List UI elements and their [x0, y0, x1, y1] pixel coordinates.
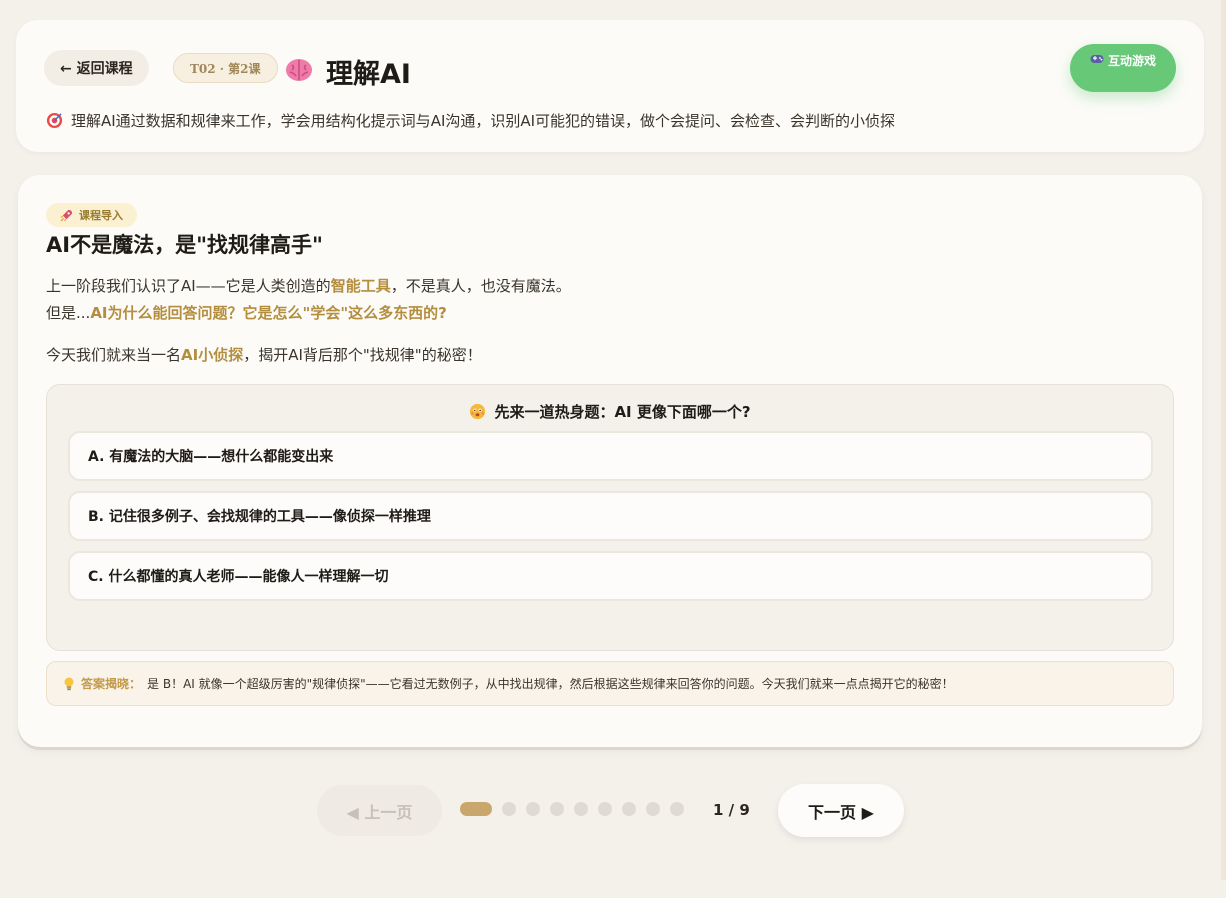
back-to-course-button[interactable]: ← 返回课程	[44, 50, 149, 86]
highlight-text: AI小侦探	[181, 346, 244, 364]
prev-button-label: ◀ 上一页	[346, 802, 413, 822]
intro-paragraph-1: 上一阶段我们认识了AI——它是人类创造的智能工具，不是真人，也没有魔法。	[46, 273, 571, 300]
lightbulb-icon	[64, 677, 74, 690]
gamepad-icon	[1090, 55, 1104, 63]
back-button-label: ← 返回课程	[60, 61, 133, 77]
page-dot-7[interactable]	[622, 802, 636, 816]
highlight-text: 智能工具	[330, 277, 391, 295]
brain-icon	[286, 59, 312, 81]
page-indicator: 1 / 9	[713, 801, 750, 819]
answer-reveal: 答案揭晓： 是 B！AI 就像一个超级厉害的"规律侦探"——它看过无数例子，从中…	[46, 661, 1174, 706]
answer-label: 答案揭晓：	[81, 677, 142, 691]
paragraph-text: ，不是真人，也没有魔法。	[390, 277, 571, 295]
section-tag: 课程导入	[46, 203, 137, 227]
paragraph-text: 但是...	[46, 304, 91, 322]
page-dot-8[interactable]	[646, 802, 660, 816]
quiz-option-b[interactable]: B. 记住很多例子、会找规律的工具——像侦探一样推理	[68, 491, 1153, 541]
paragraph-text: 今天我们就来当一名	[46, 346, 182, 364]
page-dot-4[interactable]	[550, 802, 564, 816]
lesson-header: ← 返回课程 T02 · 第2课 理解AI 互动游戏 理解AI通过数据和规律来工…	[16, 20, 1204, 152]
option-label: B. 记住很多例子、会找规律的工具——像侦探一样推理	[88, 509, 431, 525]
thinking-face-icon	[470, 403, 486, 420]
rocket-icon	[60, 209, 73, 222]
option-label: C. 什么都懂的真人老师——能像人一样理解一切	[88, 569, 389, 585]
page-dots	[460, 802, 684, 816]
page-dot-2[interactable]	[502, 802, 516, 816]
section-tag-label: 课程导入	[79, 209, 123, 222]
section-title: AI不是魔法，是"找规律高手"	[46, 233, 323, 257]
page-dot-3[interactable]	[526, 802, 540, 816]
page-title: 理解AI	[326, 59, 411, 90]
warmup-quiz: 先来一道热身题：AI 更像下面哪一个? A. 有魔法的大脑——想什么都能变出来 …	[46, 384, 1174, 651]
lesson-goal-text: 理解AI通过数据和规律来工作，学会用结构化提示词与AI沟通，识别AI可能犯的错误…	[71, 112, 896, 130]
quiz-option-c[interactable]: C. 什么都懂的真人老师——能像人一样理解一切	[68, 551, 1153, 601]
answer-text: 是 B！AI 就像一个超级厉害的"规律侦探"——它看过无数例子，从中找出规律，然…	[147, 677, 954, 691]
intro-paragraph-2: 但是...AI为什么能回答问题？它是怎么"学会"这么多东西的?	[46, 300, 447, 327]
scrollbar-track[interactable]	[1221, 0, 1226, 880]
lesson-badge: T02 · 第2课	[173, 53, 278, 83]
next-page-button[interactable]: 下一页 ▶	[778, 784, 904, 837]
highlight-text: AI为什么能回答问题？它是怎么"学会"这么多东西的?	[90, 304, 447, 322]
quiz-question: 先来一道热身题：AI 更像下面哪一个?	[47, 401, 1173, 422]
page-dot-1[interactable]	[460, 802, 492, 816]
intro-paragraph-3: 今天我们就来当一名AI小侦探，揭开AI背后那个"找规律"的秘密！	[46, 342, 482, 369]
lesson-content-card: 课程导入 AI不是魔法，是"找规律高手" 上一阶段我们认识了AI——它是人类创造…	[18, 175, 1202, 747]
paragraph-text: ，揭开AI背后那个"找规律"的秘密！	[243, 346, 482, 364]
page-dot-9[interactable]	[670, 802, 684, 816]
prev-page-button[interactable]: ◀ 上一页	[317, 785, 442, 836]
page-dot-6[interactable]	[598, 802, 612, 816]
interactive-game-button[interactable]: 互动游戏	[1070, 44, 1176, 92]
target-icon	[46, 112, 63, 129]
quiz-option-a[interactable]: A. 有魔法的大脑——想什么都能变出来	[68, 431, 1153, 481]
next-button-label: 下一页 ▶	[808, 802, 874, 822]
page-dot-5[interactable]	[574, 802, 588, 816]
paragraph-text: 上一阶段我们认识了AI——它是人类创造的	[46, 277, 331, 295]
option-label: A. 有魔法的大脑——想什么都能变出来	[88, 449, 334, 465]
quiz-question-text: 先来一道热身题：AI 更像下面哪一个?	[494, 403, 751, 421]
lesson-goal: 理解AI通过数据和规律来工作，学会用结构化提示词与AI沟通，识别AI可能犯的错误…	[46, 110, 895, 131]
game-button-label: 互动游戏	[1107, 54, 1156, 68]
lesson-badge-label: T02 · 第2课	[190, 61, 261, 76]
